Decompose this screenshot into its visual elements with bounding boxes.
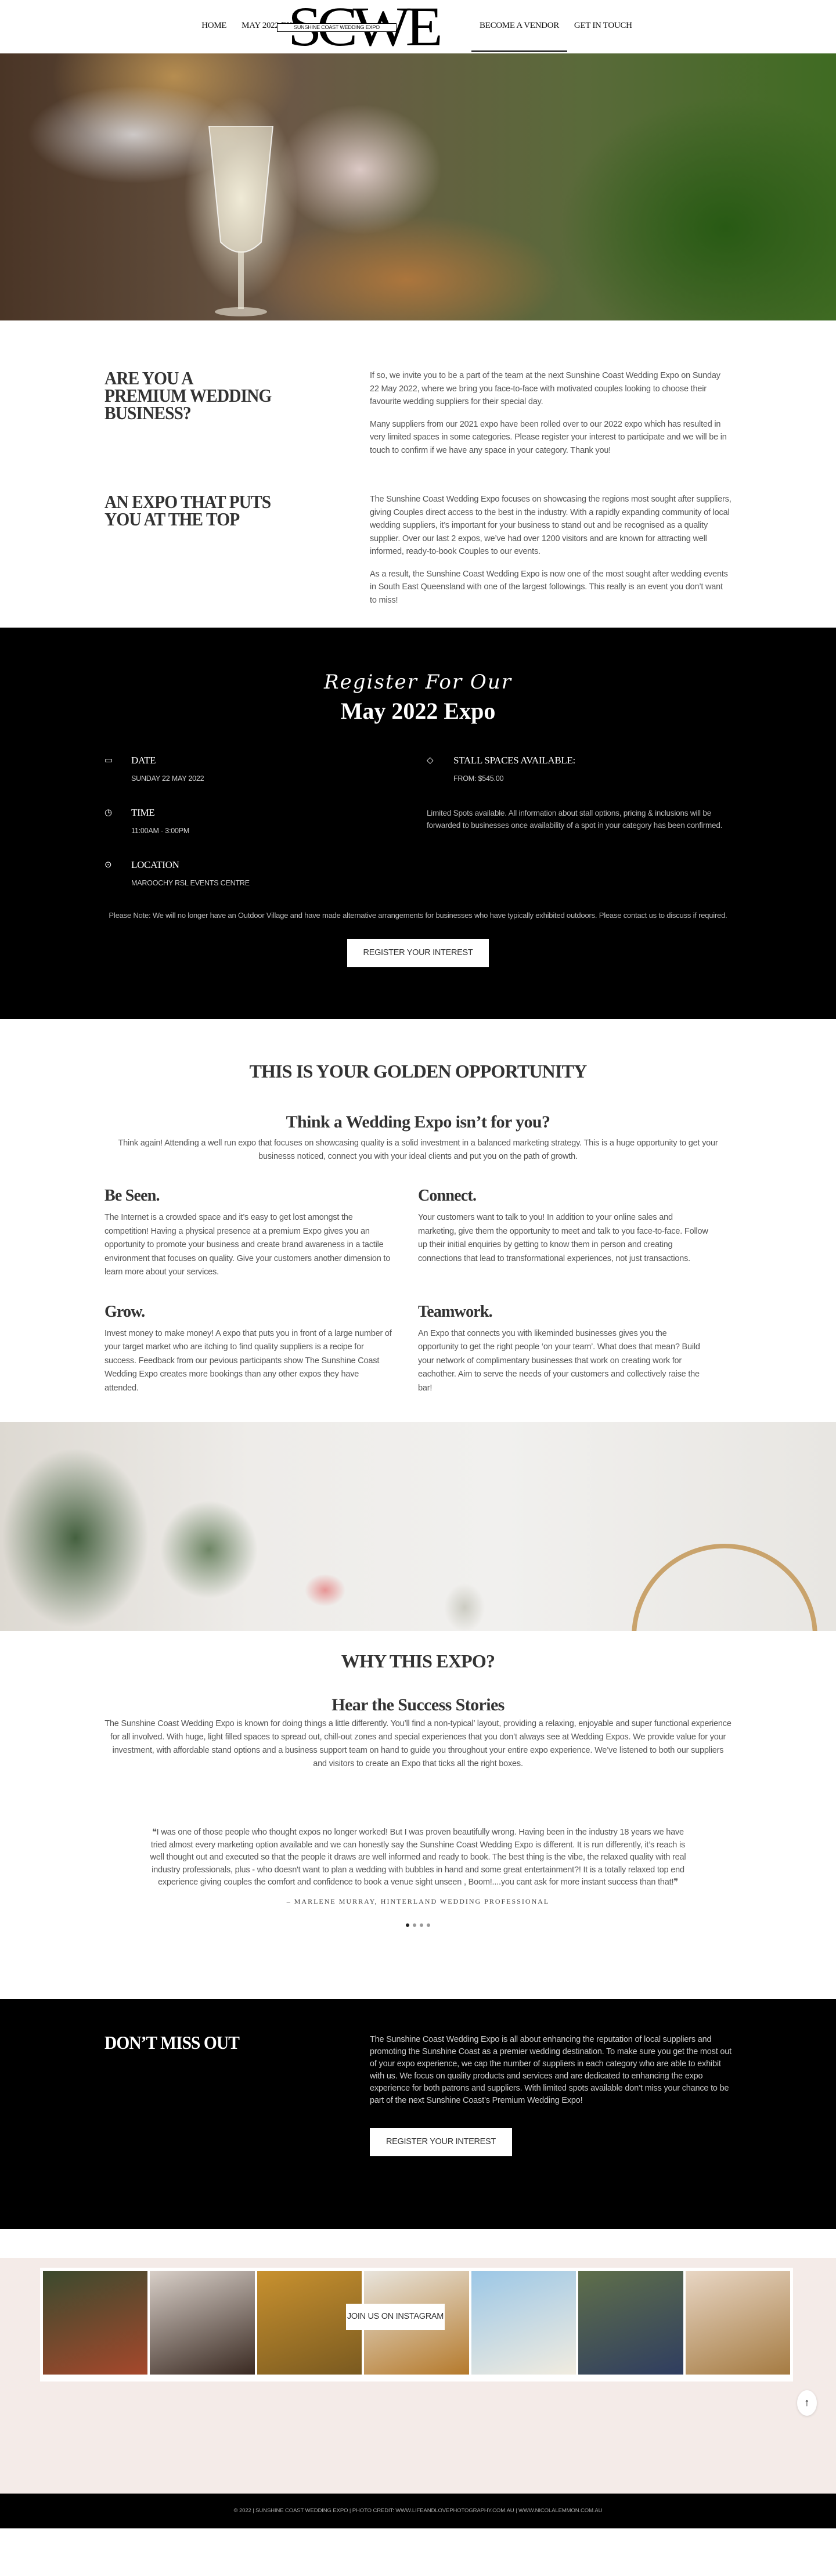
instagram-image[interactable]: [685, 2271, 790, 2375]
feature-title: Be Seen.: [105, 1187, 160, 1205]
dont-miss-out-section: DON’T MISS OUT The Sunshine Coast Weddin…: [0, 1998, 836, 2229]
info-value: MAROOCHY RSL EVENTS CENTRE: [131, 879, 250, 887]
expo-at-top-section: AN EXPO THAT PUTS YOU AT THE TOP The Sun…: [0, 457, 836, 628]
slider-dot-4[interactable]: [427, 1923, 430, 1927]
expo-at-top-text: The Sunshine Coast Wedding Expo focuses …: [370, 493, 732, 607]
outdoor-village-note: Please Note: We will no longer have an O…: [109, 911, 727, 920]
info-location: ⊙ LOCATION MAROOCHY RSL EVENTS CENTRE: [105, 859, 427, 887]
feature-text: An Expo that connects you with likeminde…: [418, 1328, 700, 1393]
why-intro: The Sunshine Coast Wedding Expo is known…: [105, 1719, 732, 1768]
register-interest-button-2[interactable]: REGISTER YOUR INTEREST: [370, 2127, 512, 2156]
instagram-section: JOIN US ON INSTAGRAM ↑: [0, 2229, 836, 2494]
testimonial-quote: ❝I was one of those people who thought e…: [150, 1828, 686, 1887]
nav-get-in-touch[interactable]: GET IN TOUCH: [574, 21, 632, 31]
info-label: LOCATION: [131, 859, 179, 870]
site-logo[interactable]: SCWE SUNSHINE COAST WEDDING EXPO: [264, 0, 462, 55]
slider-dot-1[interactable]: [406, 1923, 409, 1927]
dont-miss-out-title: DON’T MISS OUT: [105, 2031, 240, 2053]
feature-text: Your customers want to talk to you! In a…: [418, 1213, 708, 1263]
calendar-icon: ▭: [105, 755, 113, 765]
nav-become-a-vendor[interactable]: BECOME A VENDOR: [471, 21, 567, 52]
register-script-title: Register For Our: [324, 671, 512, 694]
instagram-image[interactable]: [578, 2271, 683, 2375]
golden-opportunity-title: THIS IS YOUR GOLDEN OPPORTUNITY: [249, 1061, 588, 1082]
decor-image: [0, 1422, 836, 1631]
hero-image: [0, 53, 836, 320]
info-label: STALL SPACES AVAILABLE:: [453, 755, 575, 766]
feature-text: The Internet is a crowded space and it’s…: [105, 1213, 391, 1277]
logo-tagline: SUNSHINE COAST WEDDING EXPO: [277, 23, 397, 32]
info-stall-spaces: ◇ STALL SPACES AVAILABLE: FROM: $545.00: [427, 755, 732, 783]
info-label: DATE: [131, 755, 156, 766]
paragraph: If so, we invite you to be a part of the…: [370, 371, 720, 406]
footer-copyright: © 2022 | SUNSHINE COAST WEDDING EXPO | P…: [233, 2507, 603, 2514]
stall-description: Limited Spots available. All information…: [427, 809, 723, 830]
paragraph: Many suppliers from our 2021 expo have b…: [370, 419, 727, 455]
tag-icon: ◇: [427, 755, 434, 765]
nav-home[interactable]: HOME: [201, 21, 226, 31]
feature-be-seen: Be Seen. The Internet is a crowded space…: [105, 1187, 418, 1280]
info-value: SUNDAY 22 MAY 2022: [131, 774, 204, 783]
info-date: ▭ DATE SUNDAY 22 MAY 2022: [105, 755, 427, 783]
features-grid: Be Seen. The Internet is a crowded space…: [0, 1187, 836, 1418]
slider-dot-2[interactable]: [413, 1923, 416, 1927]
info-value: 11:00AM - 3:00PM: [131, 827, 190, 835]
feature-title: Grow.: [105, 1302, 145, 1321]
back-to-top-button[interactable]: ↑: [797, 2390, 817, 2416]
expo-at-top-title: AN EXPO THAT PUTS YOU AT THE TOP: [105, 491, 271, 529]
why-title: WHY THIS EXPO?: [341, 1651, 495, 1671]
feature-connect: Connect. Your customers want to talk to …: [418, 1187, 732, 1280]
golden-opportunity-subtitle: Think a Wedding Expo isn’t for you?: [286, 1112, 550, 1132]
register-title: May 2022 Expo: [340, 698, 496, 724]
nav-right: BECOME A VENDOR GET IN TOUCH: [471, 21, 632, 52]
register-section: Register For Our May 2022 Expo ▭ DATE SU…: [0, 628, 836, 1019]
why-subtitle: Hear the Success Stories: [331, 1695, 505, 1714]
paragraph: The Sunshine Coast Wedding Expo focuses …: [370, 495, 732, 556]
feature-grow: Grow. Invest money to make money! A expo…: [105, 1303, 418, 1396]
feature-text: Invest money to make money! A expo that …: [105, 1328, 392, 1393]
testimonial-slider: ❝I was one of those people who thought e…: [0, 1826, 836, 1999]
instagram-image[interactable]: [471, 2271, 576, 2375]
location-pin-icon: ⊙: [105, 860, 112, 870]
golden-opportunity-intro: Think again! Attending a well run expo t…: [118, 1139, 718, 1161]
premium-business-text: If so, we invite you to be a part of the…: [370, 369, 732, 457]
premium-business-title: ARE YOU A PREMIUM WEDDING BUSINESS?: [105, 368, 272, 423]
instagram-image[interactable]: [43, 2271, 148, 2375]
mirror-arch-image: [632, 1544, 817, 1631]
dont-miss-out-text: The Sunshine Coast Wedding Expo is all a…: [370, 2034, 732, 2105]
info-label: TIME: [131, 807, 155, 818]
slider-dot-3[interactable]: [420, 1923, 423, 1927]
clock-icon: ◷: [105, 808, 113, 817]
paragraph: As a result, the Sunshine Coast Wedding …: [370, 569, 728, 605]
premium-business-section: ARE YOU A PREMIUM WEDDING BUSINESS? If s…: [0, 320, 836, 457]
instagram-feed: JOIN US ON INSTAGRAM ↑: [0, 2257, 836, 2494]
register-interest-button[interactable]: REGISTER YOUR INTEREST: [347, 939, 489, 967]
site-footer: © 2022 | SUNSHINE COAST WEDDING EXPO | P…: [0, 2493, 836, 2528]
why-this-expo-section: WHY THIS EXPO? Hear the Success Stories …: [0, 1631, 836, 1999]
feature-title: Connect.: [418, 1187, 477, 1205]
info-time: ◷ TIME 11:00AM - 3:00PM: [105, 807, 427, 835]
site-header: HOME MAY 2022 EXPO SCWE SUNSHINE COAST W…: [0, 0, 836, 55]
feature-teamwork: Teamwork. An Expo that connects you with…: [418, 1303, 732, 1396]
slider-dots: [0, 1923, 836, 1999]
join-instagram-button[interactable]: JOIN US ON INSTAGRAM: [346, 2303, 445, 2330]
golden-opportunity-section: THIS IS YOUR GOLDEN OPPORTUNITY Think a …: [0, 1019, 836, 1418]
testimonial-author: – MARLENE MURRAY, HINTERLAND WEDDING PRO…: [286, 1897, 550, 1905]
champagne-glass-image: [208, 126, 274, 316]
instagram-image[interactable]: [150, 2271, 255, 2375]
info-value: FROM: $545.00: [453, 774, 504, 783]
feature-title: Teamwork.: [418, 1302, 493, 1321]
arrow-up-icon: ↑: [804, 2397, 810, 2408]
